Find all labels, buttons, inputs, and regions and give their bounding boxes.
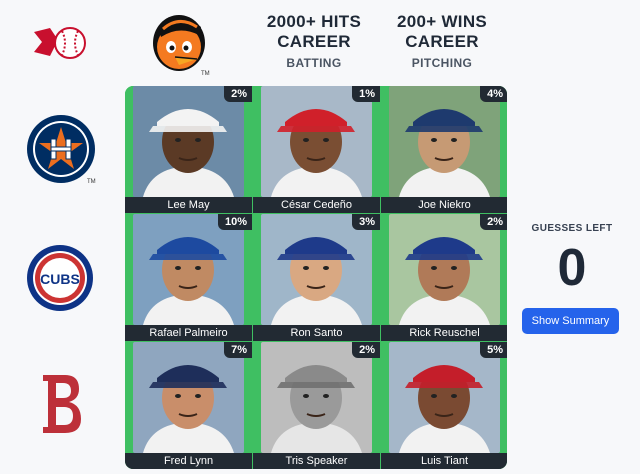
player-photo	[389, 86, 500, 197]
player-photo	[261, 214, 372, 325]
guesses-left-label: GUESSES LEFT	[531, 223, 613, 234]
player-photo	[261, 86, 372, 197]
player-name: Tris Speaker	[253, 453, 380, 469]
rarity-percent: 3%	[352, 214, 380, 230]
wins-subtitle: PITCHING	[411, 56, 473, 70]
guesses-left-count: 0	[557, 239, 587, 297]
grid-cell[interactable]: 5% Luis Tiant	[381, 342, 507, 469]
rarity-percent: 7%	[224, 342, 252, 358]
orioles-logo: TM	[148, 6, 214, 78]
grid-cell[interactable]: 10% Rafael Palmeiro	[125, 214, 252, 341]
column-header-wins: 200+ WINS CAREER PITCHING	[382, 12, 502, 70]
grid-cell[interactable]: 2% Lee May	[125, 86, 252, 213]
orioles-tm: TM	[201, 71, 210, 77]
rarity-percent: 1%	[352, 86, 380, 102]
rarity-percent: 2%	[480, 214, 507, 230]
reds-corner-logo	[26, 18, 92, 68]
grid-cell[interactable]: 2% Tris Speaker	[253, 342, 380, 469]
grid-cell[interactable]: 7% Fred Lynn	[125, 342, 252, 469]
player-photo	[133, 214, 244, 325]
red-sox-logo	[34, 368, 86, 440]
rarity-percent: 2%	[224, 86, 252, 102]
answer-grid: 2% Lee May 1% César Cedeño 4% Joe Niekro 10% Ra…	[125, 86, 507, 469]
player-name: Joe Niekro	[381, 197, 507, 213]
wins-title-line1: 200+ WINS	[396, 12, 488, 31]
rarity-percent: 2%	[352, 342, 380, 358]
immaculate-grid-page: TM 2000+ HITS CAREER BATTING 200+ WINS C…	[0, 0, 640, 474]
player-photo	[133, 342, 244, 453]
wins-title-line2: CAREER	[405, 32, 479, 51]
grid-cell[interactable]: 4% Joe Niekro	[381, 86, 507, 213]
rarity-percent: 4%	[480, 86, 507, 102]
player-name: Luis Tiant	[381, 453, 507, 469]
grid-cell[interactable]: 2% Rick Reuschel	[381, 214, 507, 341]
cubs-logo-text: CUBS	[40, 271, 80, 287]
player-photo	[261, 342, 372, 453]
cubs-logo: CUBS	[24, 242, 96, 314]
player-name: Fred Lynn	[125, 453, 252, 469]
astros-logo: TM	[24, 112, 100, 188]
player-photo	[133, 86, 244, 197]
player-name: Rick Reuschel	[381, 325, 507, 341]
hits-subtitle: BATTING	[286, 56, 342, 70]
player-photo	[389, 342, 500, 453]
player-name: César Cedeño	[253, 197, 380, 213]
player-photo	[389, 214, 500, 325]
player-name: Lee May	[125, 197, 252, 213]
hits-title-line1: 2000+ HITS	[266, 12, 362, 31]
player-name: Rafael Palmeiro	[125, 325, 252, 341]
column-header-hits: 2000+ HITS CAREER BATTING	[254, 12, 374, 70]
hits-title-line2: CAREER	[277, 32, 351, 51]
astros-tm: TM	[87, 179, 96, 185]
rarity-percent: 10%	[217, 214, 252, 230]
rarity-percent: 5%	[480, 342, 507, 358]
grid-cell[interactable]: 3% Ron Santo	[253, 214, 380, 341]
player-name: Ron Santo	[253, 325, 380, 341]
grid-cell[interactable]: 1% César Cedeño	[253, 86, 380, 213]
show-summary-button[interactable]: Show Summary	[522, 308, 619, 334]
